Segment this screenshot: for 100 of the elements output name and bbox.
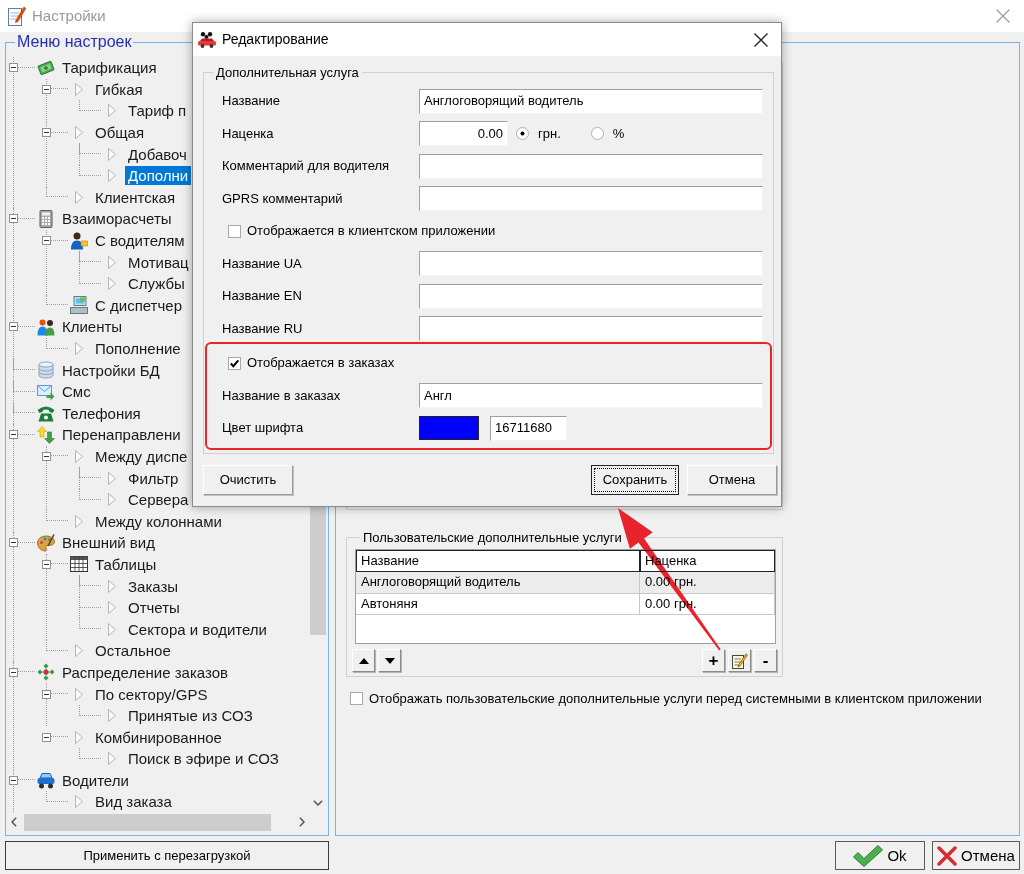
group-title: Пользовательские дополнительные услуги: [362, 530, 623, 545]
triangle-icon: [75, 342, 83, 355]
triangle-icon: [75, 190, 83, 204]
tree-item[interactable]: Смс: [59, 382, 94, 402]
tree-item[interactable]: С водителям: [92, 231, 188, 251]
tree-item[interactable]: Внешний вид: [59, 533, 158, 553]
tree-item[interactable]: Общая: [92, 123, 148, 143]
radio-button[interactable]: [590, 127, 604, 141]
tree-item[interactable]: Сектора и водители: [125, 619, 270, 639]
triangle-icon: [108, 579, 116, 593]
tree-item[interactable]: Отчеты: [125, 598, 183, 618]
tree-item[interactable]: Таблицы: [92, 554, 160, 574]
tree-item[interactable]: Дополни: [125, 166, 192, 186]
field-label: Название EN: [222, 288, 303, 305]
collapse-icon[interactable]: [9, 538, 18, 548]
add-button[interactable]: +: [702, 649, 725, 672]
collapse-icon[interactable]: [9, 775, 18, 785]
radio-button[interactable]: [516, 127, 529, 141]
tree-item[interactable]: Тариф п: [125, 101, 190, 121]
tree-item[interactable]: По сектору/GPS: [92, 684, 211, 704]
envelope-icon: [37, 382, 55, 401]
tree-item[interactable]: Тарификация: [59, 58, 160, 78]
collapse-icon[interactable]: [42, 452, 51, 461]
checkbox[interactable]: [228, 356, 241, 370]
collapse-icon[interactable]: [9, 430, 18, 440]
scroll-left-icon[interactable]: [11, 817, 17, 828]
dialog-button[interactable]: Очистить: [203, 465, 293, 495]
people-icon: [37, 317, 55, 336]
collapse-icon[interactable]: [42, 689, 51, 699]
collapse-icon[interactable]: [42, 84, 51, 94]
tree-item[interactable]: Службы: [125, 274, 188, 294]
tree-item[interactable]: Телефония: [59, 403, 144, 423]
collapse-icon[interactable]: [42, 128, 51, 138]
tree-item[interactable]: Добавоч: [125, 144, 190, 164]
triangle-icon: [75, 126, 83, 140]
computer-icon: [70, 296, 88, 315]
text-field[interactable]: Англ: [419, 383, 763, 409]
tree-item[interactable]: Сервера: [125, 490, 192, 510]
text-field[interactable]: [419, 153, 763, 179]
scroll-down-icon[interactable]: [313, 799, 323, 806]
checkbox[interactable]: [228, 224, 241, 238]
color-swatch[interactable]: [419, 416, 479, 441]
tree-item[interactable]: Принятые из СОЗ: [125, 706, 256, 726]
text-field[interactable]: Англоговорящий водитель: [419, 88, 763, 114]
text-field[interactable]: [419, 251, 763, 277]
remove-button[interactable]: -: [754, 649, 777, 672]
tree-item[interactable]: Поиск в эфире и СОЗ: [125, 749, 282, 769]
scroll-right-icon[interactable]: [299, 817, 305, 828]
column-header[interactable]: Название: [356, 550, 640, 572]
triangle-icon: [75, 450, 83, 463]
text-field[interactable]: [419, 186, 763, 212]
calculator-icon: [37, 209, 55, 228]
collapse-icon[interactable]: [42, 732, 51, 742]
radio-label: %: [612, 125, 625, 142]
checkbox[interactable]: [350, 692, 363, 706]
amount-field[interactable]: 0.00: [419, 121, 508, 147]
tree-item[interactable]: Комбинированное: [92, 727, 225, 747]
scrollbar-thumb[interactable]: [24, 813, 271, 831]
collapse-icon[interactable]: [9, 667, 18, 677]
text-field[interactable]: [419, 316, 763, 342]
field-label: Название в заказах: [222, 387, 342, 404]
database-icon: [37, 361, 55, 380]
collapse-icon[interactable]: [9, 322, 18, 332]
tree-item[interactable]: Мотивац: [125, 252, 192, 272]
tree-item[interactable]: Клиентская: [92, 187, 179, 207]
cancel-button[interactable]: Отмена: [932, 841, 1020, 870]
collapse-icon[interactable]: [9, 63, 18, 73]
dialog-button[interactable]: Отмена: [687, 465, 777, 495]
dialog-button[interactable]: Сохранить: [591, 465, 679, 495]
tree-item[interactable]: Взаиморасчеты: [59, 209, 175, 229]
edit-button[interactable]: [728, 649, 751, 672]
collapse-icon[interactable]: [9, 214, 18, 224]
tree-item[interactable]: Водители: [59, 770, 132, 790]
tree-item[interactable]: Между диспе: [92, 447, 191, 466]
tree-item[interactable]: Клиенты: [59, 317, 126, 337]
tree-item[interactable]: Настройки БД: [59, 360, 163, 380]
tree-item[interactable]: Заказы: [125, 576, 182, 596]
table-row[interactable]: Англоговорящий водитель 0.00 грн.: [356, 572, 775, 594]
close-icon[interactable]: [754, 32, 768, 47]
tree-item[interactable]: Между колоннами: [92, 511, 225, 531]
dialog-title: Редактирование: [222, 31, 329, 48]
check-icon: [853, 844, 884, 867]
color-code-field[interactable]: 16711680: [490, 415, 567, 441]
ok-button[interactable]: Ok: [835, 841, 925, 870]
tree-item[interactable]: Остальное: [92, 641, 174, 661]
tree-item[interactable]: Распределение заказов: [59, 662, 231, 682]
move-up-button[interactable]: [352, 649, 375, 672]
triangle-icon: [108, 277, 116, 291]
tree-item[interactable]: Фильтр: [125, 468, 182, 488]
tree-item[interactable]: Перенаправлени: [59, 425, 184, 445]
tree-item[interactable]: Пополнение: [92, 339, 184, 358]
apply-restart-button[interactable]: Применить с перезагрузкой: [5, 841, 329, 870]
tree-item[interactable]: Гибкая: [92, 79, 146, 99]
move-down-button[interactable]: [378, 649, 401, 672]
arrows-icon: [37, 425, 55, 444]
collapse-icon[interactable]: [42, 236, 51, 246]
tree-item[interactable]: С диспетчер: [92, 295, 185, 315]
collapse-icon[interactable]: [42, 559, 51, 569]
text-field[interactable]: [419, 283, 763, 309]
tree-item[interactable]: Вид заказа: [92, 792, 175, 812]
